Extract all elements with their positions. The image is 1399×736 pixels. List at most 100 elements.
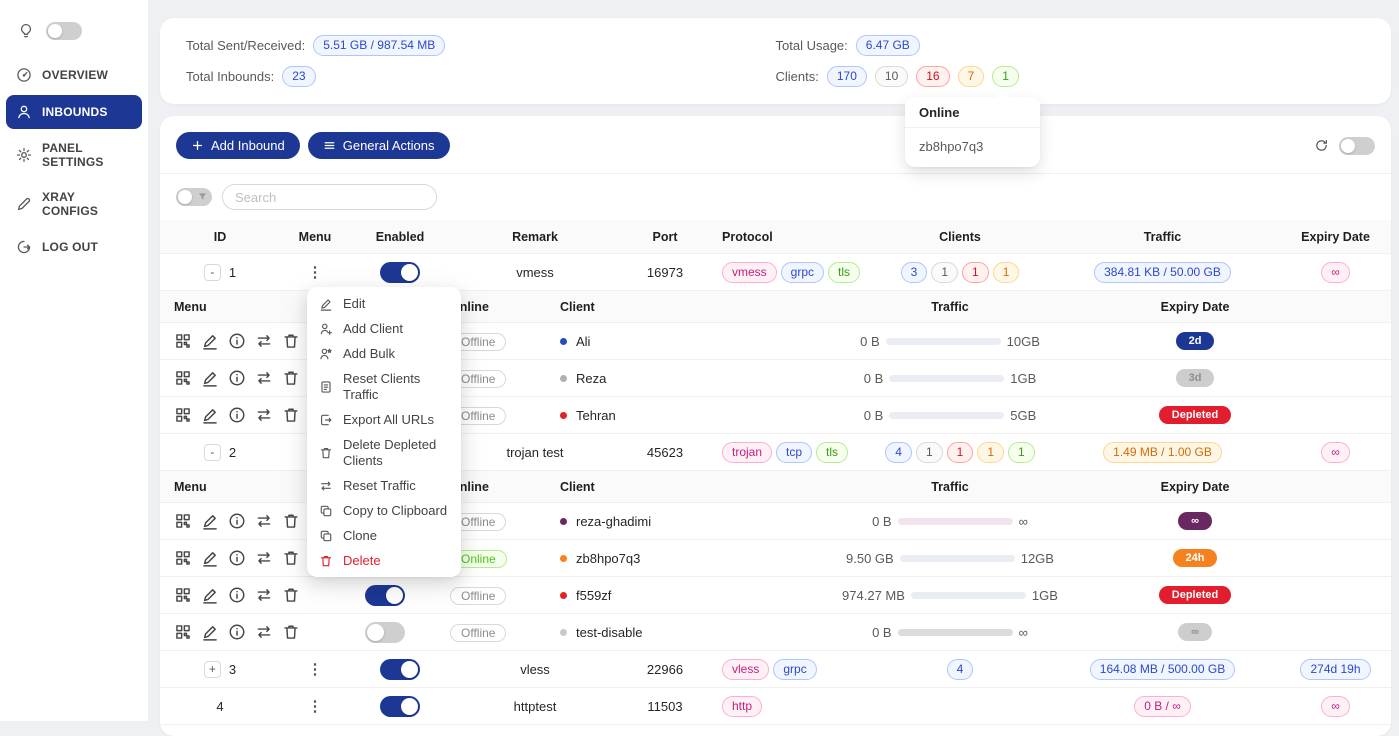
col-enabled: Enabled xyxy=(350,230,450,244)
row-menu-button[interactable]: ⋮ xyxy=(280,660,350,678)
inbound-row: - 1 ⋮ vmess 16973 vmess grpc tls 3 1 1 1 xyxy=(160,254,1391,291)
info-icon[interactable] xyxy=(228,623,246,641)
stat-label: Total Inbounds: xyxy=(186,69,274,84)
qr-code-icon[interactable] xyxy=(174,332,192,350)
menu-item-reset-traffic[interactable]: Reset Traffic xyxy=(311,473,457,498)
enabled-toggle[interactable] xyxy=(380,659,420,680)
enabled-toggle[interactable] xyxy=(380,262,420,283)
online-clients-popover: Online zb8hpo7q3 xyxy=(905,97,1040,167)
delete-icon[interactable] xyxy=(282,406,300,424)
qr-code-icon[interactable] xyxy=(174,623,192,641)
menu-item-add-client[interactable]: Add Client xyxy=(311,316,457,341)
clients-total-tag: 170 xyxy=(827,66,867,87)
col-online: Online xyxy=(450,480,560,494)
info-icon[interactable] xyxy=(228,512,246,530)
traffic-used: 9.50 GB xyxy=(846,551,894,566)
reset-traffic-icon[interactable] xyxy=(255,512,273,530)
traffic-bar xyxy=(898,518,1013,525)
client-enabled-toggle[interactable] xyxy=(365,585,405,606)
auto-refresh-toggle[interactable] xyxy=(1339,137,1375,155)
collapse-button[interactable]: - xyxy=(204,444,221,461)
reset-traffic-icon[interactable] xyxy=(255,332,273,350)
sidebar-item-inbounds[interactable]: INBOUNDS xyxy=(6,95,142,129)
inbound-port: 45623 xyxy=(620,445,710,460)
menu-item-add-bulk[interactable]: Add Bulk xyxy=(311,341,457,366)
delete-icon[interactable] xyxy=(282,512,300,530)
info-icon[interactable] xyxy=(228,549,246,567)
traffic-tag: 1.49 MB / 1.00 GB xyxy=(1103,442,1222,463)
edit-icon[interactable] xyxy=(201,406,219,424)
clients-online-tag[interactable]: 1 xyxy=(992,66,1019,87)
collapse-button[interactable]: - xyxy=(204,264,221,281)
row-menu-button[interactable]: ⋮ xyxy=(280,697,350,715)
menu-item-delete[interactable]: Delete xyxy=(311,548,457,573)
clone-icon xyxy=(319,529,333,543)
edit-icon[interactable] xyxy=(201,549,219,567)
qr-code-icon[interactable] xyxy=(174,369,192,387)
menu-item-clone[interactable]: Clone xyxy=(311,523,457,548)
delete-icon[interactable] xyxy=(282,549,300,567)
expiry-tag: ∞ xyxy=(1321,696,1350,717)
sidebar-item-panel-settings[interactable]: PANEL SETTINGS xyxy=(6,132,142,178)
security-tag: tls xyxy=(816,442,848,463)
reset-traffic-icon[interactable] xyxy=(255,623,273,641)
add-inbound-button[interactable]: Add Inbound xyxy=(176,132,300,159)
search-row xyxy=(160,174,1391,220)
info-icon[interactable] xyxy=(228,586,246,604)
client-count-tag: 4 xyxy=(947,659,974,680)
inbound-row: + 3 ⋮ vless 22966 vless grpc 4 164.08 MB… xyxy=(160,651,1391,688)
pen-icon xyxy=(16,196,32,212)
info-icon[interactable] xyxy=(228,332,246,350)
protocol-tag: vless xyxy=(722,659,769,680)
expiry-badge: 2d xyxy=(1176,332,1215,350)
copy-icon xyxy=(319,504,333,518)
sidebar-item-logout[interactable]: LOG OUT xyxy=(6,230,142,264)
sidebar-item-label: XRAY CONFIGS xyxy=(42,190,132,218)
client-enabled-toggle[interactable] xyxy=(365,622,405,643)
reset-traffic-icon[interactable] xyxy=(255,406,273,424)
reset-traffic-icon[interactable] xyxy=(255,549,273,567)
menu-item-export-all-urls[interactable]: Export All URLs xyxy=(311,407,457,432)
menu-item-edit[interactable]: Edit xyxy=(311,291,457,316)
menu-item-copy-to-clipboard[interactable]: Copy to Clipboard xyxy=(311,498,457,523)
delete-icon[interactable] xyxy=(282,332,300,350)
client-dot xyxy=(560,592,567,599)
edit-icon[interactable] xyxy=(201,369,219,387)
client-dot xyxy=(560,338,567,345)
theme-toggle[interactable] xyxy=(46,22,82,40)
sidebar-item-xray-configs[interactable]: XRAY CONFIGS xyxy=(6,181,142,227)
row-menu-button[interactable]: ⋮ xyxy=(280,263,350,281)
info-icon[interactable] xyxy=(228,369,246,387)
traffic-limit: 5GB xyxy=(1010,408,1036,423)
qr-code-icon[interactable] xyxy=(174,512,192,530)
menu-item-delete-depleted-clients[interactable]: Delete Depleted Clients xyxy=(311,432,457,473)
edit-icon[interactable] xyxy=(201,623,219,641)
qr-code-icon[interactable] xyxy=(174,549,192,567)
popover-title: Online xyxy=(905,97,1040,128)
col-expiry: Expiry Date xyxy=(1130,300,1260,314)
delete-icon[interactable] xyxy=(282,586,300,604)
info-icon[interactable] xyxy=(228,406,246,424)
menu-item-reset-clients-traffic[interactable]: Reset Clients Traffic xyxy=(311,366,457,407)
clients-expiring-tag: 7 xyxy=(958,66,985,87)
general-actions-button[interactable]: General Actions xyxy=(308,132,450,159)
trash-icon xyxy=(319,446,333,460)
client-dot xyxy=(560,555,567,562)
qr-code-icon[interactable] xyxy=(174,586,192,604)
edit-icon[interactable] xyxy=(201,512,219,530)
filter-toggle[interactable] xyxy=(176,188,212,206)
delete-icon[interactable] xyxy=(282,623,300,641)
traffic-bar xyxy=(900,555,1015,562)
qr-code-icon[interactable] xyxy=(174,406,192,424)
reset-traffic-icon[interactable] xyxy=(255,369,273,387)
sidebar-item-label: LOG OUT xyxy=(42,240,98,254)
enabled-toggle[interactable] xyxy=(380,696,420,717)
expand-button[interactable]: + xyxy=(204,661,221,678)
edit-icon[interactable] xyxy=(201,332,219,350)
edit-icon[interactable] xyxy=(201,586,219,604)
reset-traffic-icon[interactable] xyxy=(255,586,273,604)
sidebar-item-overview[interactable]: OVERVIEW xyxy=(6,58,142,92)
refresh-icon[interactable] xyxy=(1314,138,1329,153)
search-input[interactable] xyxy=(222,184,437,210)
delete-icon[interactable] xyxy=(282,369,300,387)
